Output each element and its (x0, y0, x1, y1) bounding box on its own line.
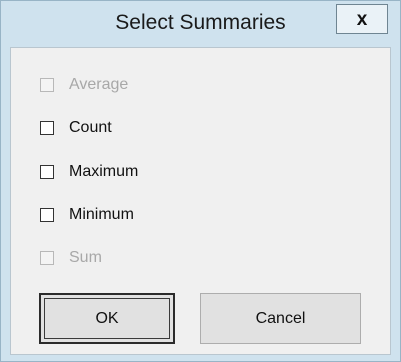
average-checkbox[interactable] (40, 78, 54, 92)
cancel-button[interactable]: Cancel (200, 293, 361, 344)
maximum-checkbox[interactable] (40, 165, 54, 179)
close-icon: x (356, 8, 368, 30)
sum-label: Sum (69, 249, 102, 266)
minimum-label: Minimum (69, 206, 134, 223)
select-summaries-dialog: Select Summaries x Average Count Maximum… (0, 0, 401, 362)
count-checkbox[interactable] (40, 121, 54, 135)
average-label: Average (69, 76, 129, 93)
maximum-checkbox-row[interactable]: Maximum (40, 161, 138, 183)
minimum-checkbox-row[interactable]: Minimum (40, 204, 134, 226)
average-checkbox-row[interactable]: Average (40, 74, 128, 96)
dialog-content: Average Count Maximum Minimum Sum OK Can… (10, 47, 391, 355)
count-label: Count (69, 119, 112, 136)
count-checkbox-row[interactable]: Count (40, 117, 112, 139)
sum-checkbox[interactable] (40, 251, 54, 265)
maximum-label: Maximum (69, 163, 139, 180)
title-bar: Select Summaries x (1, 1, 400, 47)
ok-button[interactable]: OK (39, 293, 175, 344)
close-button[interactable]: x (336, 4, 388, 34)
sum-checkbox-row[interactable]: Sum (40, 247, 102, 269)
minimum-checkbox[interactable] (40, 208, 54, 222)
